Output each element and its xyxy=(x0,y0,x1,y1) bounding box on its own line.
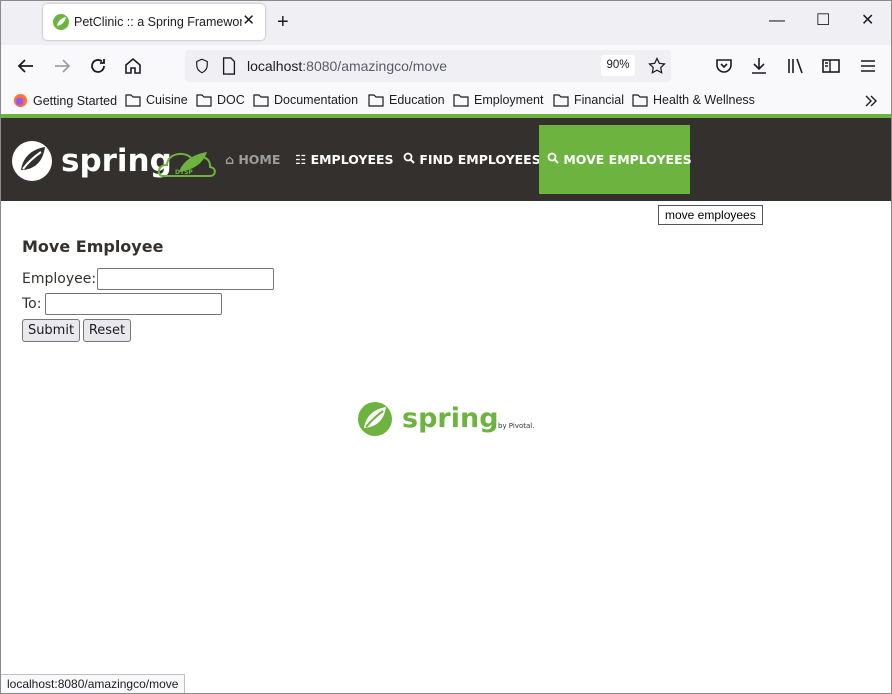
nav-toolbar: localhost:8080/amazingco/move 90% xyxy=(1,45,891,87)
folder-icon xyxy=(125,94,141,107)
nav-home[interactable]: ⌂ HOME xyxy=(225,152,280,167)
status-bar: localhost:8080/amazingco/move xyxy=(1,674,186,693)
menu-icon[interactable] xyxy=(856,54,880,78)
spring-pivotal-logo-icon: spring by Pivotal. xyxy=(358,402,534,436)
to-input[interactable] xyxy=(45,293,222,315)
chevron-double-right-icon[interactable] xyxy=(863,93,879,109)
bookmark-label: Health & Wellness xyxy=(653,93,755,107)
url-path: :8080/amazingco/move xyxy=(302,58,448,74)
tab-close-icon[interactable]: ✕ xyxy=(242,12,255,30)
firefox-icon xyxy=(13,93,28,108)
library-icon[interactable] xyxy=(784,54,808,78)
tooltip: move employees xyxy=(658,205,763,225)
to-label: To: xyxy=(22,296,42,312)
nav-move-employees[interactable]: MOVE EMPLOYEES xyxy=(539,125,692,194)
bookmark-cuisine[interactable]: Cuisine xyxy=(125,93,188,107)
tab-title: PetClinic :: a Spring Framework xyxy=(74,15,242,29)
search-icon xyxy=(547,152,559,164)
nav-home-label: HOME xyxy=(238,152,281,167)
nav-employees[interactable]: ☷ EMPLOYEES xyxy=(295,152,394,167)
close-window-icon[interactable]: ✕ xyxy=(861,11,874,31)
bookmark-label: Education xyxy=(389,93,445,107)
bookmark-doc[interactable]: DOC xyxy=(196,93,245,107)
folder-icon xyxy=(632,94,648,107)
bookmark-label: Cuisine xyxy=(146,93,188,107)
folder-icon xyxy=(553,94,569,107)
bookmark-label: Documentation xyxy=(274,93,359,107)
folder-icon xyxy=(368,94,384,107)
list-icon: ☷ xyxy=(295,152,307,167)
by-pivotal-text: by Pivotal. xyxy=(498,422,534,430)
spring-favicon-icon xyxy=(53,14,69,30)
page-icon[interactable] xyxy=(221,57,237,75)
bookmark-label: Employment xyxy=(474,93,544,107)
reset-button[interactable]: Reset xyxy=(83,319,131,342)
dtsp-badge: DTSP xyxy=(175,169,193,176)
nav-employees-label: EMPLOYEES xyxy=(310,152,394,167)
bookmark-employment[interactable]: Employment xyxy=(453,93,543,107)
folder-icon xyxy=(196,94,212,107)
app-navbar: spring DTSP ⌂ HOME ☷ EMPLOYEES FIND EMPL… xyxy=(1,118,891,201)
spring-logo-icon: spring DTSP xyxy=(12,141,216,181)
tab-petclinic[interactable]: PetClinic :: a Spring Framework ✕ xyxy=(43,4,265,40)
bookmark-label: Financial xyxy=(574,93,625,107)
reload-icon[interactable] xyxy=(86,54,110,78)
folder-icon xyxy=(453,94,469,107)
pocket-icon[interactable] xyxy=(712,54,736,78)
url-text[interactable]: localhost:8080/amazingco/move xyxy=(247,58,447,74)
submit-button[interactable]: Submit xyxy=(22,319,80,342)
sidebar-icon[interactable] xyxy=(819,54,843,78)
maximize-icon[interactable]: ☐ xyxy=(816,11,830,31)
footer-brand-text: spring xyxy=(402,403,499,434)
bookmark-financial[interactable]: Financial xyxy=(553,93,624,107)
employee-input[interactable] xyxy=(97,268,274,290)
url-bar[interactable]: localhost:8080/amazingco/move 90% xyxy=(185,50,671,82)
bookmark-getting-started[interactable]: Getting Started xyxy=(13,93,117,108)
spring-logo[interactable]: spring DTSP xyxy=(11,140,217,187)
brand-text: spring xyxy=(61,143,172,179)
shield-icon[interactable] xyxy=(193,57,211,75)
home-icon[interactable] xyxy=(121,54,145,78)
nav-find-employees[interactable]: FIND EMPLOYEES xyxy=(403,152,541,167)
zoom-level[interactable]: 90% xyxy=(601,55,635,76)
tab-strip: PetClinic :: a Spring Framework ✕ + — ☐ … xyxy=(1,1,891,45)
bookmark-documentation[interactable]: Documentation xyxy=(253,93,358,107)
download-icon[interactable] xyxy=(747,54,771,78)
search-icon xyxy=(403,152,415,164)
bookmarks-bar: Getting Started Cuisine DOC Documentatio… xyxy=(1,87,891,115)
nav-move-employees-text: MOVE EMPLOYEES xyxy=(547,152,692,167)
folder-icon xyxy=(253,94,269,107)
footer-spring-logo: spring by Pivotal. xyxy=(357,401,539,444)
nav-move-employees-label: MOVE EMPLOYEES xyxy=(563,152,692,167)
url-host: localhost xyxy=(247,58,303,74)
employee-label: Employee: xyxy=(22,271,97,287)
bookmark-health-wellness[interactable]: Health & Wellness xyxy=(632,93,755,107)
back-icon[interactable] xyxy=(14,54,38,78)
star-icon[interactable] xyxy=(647,56,667,76)
bookmark-education[interactable]: Education xyxy=(368,93,445,107)
minimize-icon[interactable]: — xyxy=(769,11,785,31)
new-tab-button[interactable]: + xyxy=(277,11,289,33)
nav-find-employees-label: FIND EMPLOYEES xyxy=(419,152,541,167)
bookmark-label: Getting Started xyxy=(33,93,118,108)
home-icon: ⌂ xyxy=(225,152,234,167)
page-title: Move Employee xyxy=(22,237,164,256)
forward-icon[interactable] xyxy=(50,54,74,78)
browser-window: PetClinic :: a Spring Framework ✕ + — ☐ … xyxy=(0,0,892,694)
bookmark-label: DOC xyxy=(217,93,245,107)
